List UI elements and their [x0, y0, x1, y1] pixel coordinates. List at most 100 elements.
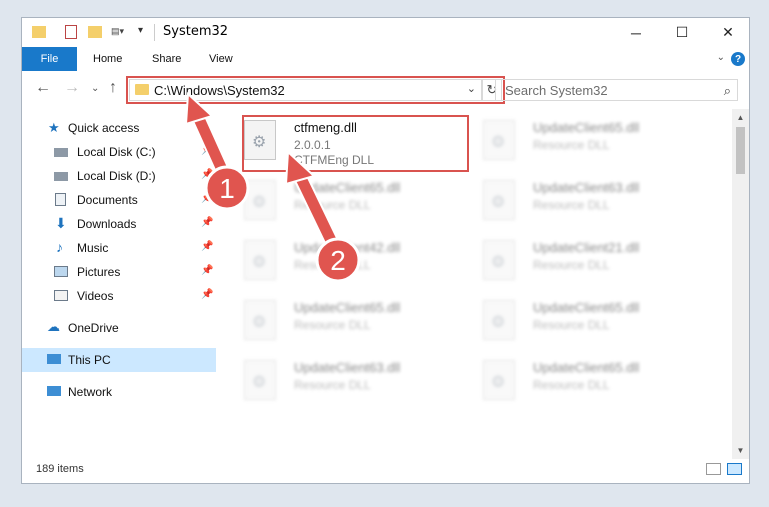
search-icon[interactable]: ⌕: [724, 83, 731, 99]
file-name: UpdateClient63.dll: [533, 180, 640, 195]
list-item[interactable]: ⚙ UpdateClient65.dll Resource DLL: [483, 296, 713, 354]
customize-toolbar-icon[interactable]: ▤▾: [111, 26, 133, 38]
up-arrow-icon[interactable]: ↑: [109, 79, 117, 97]
scroll-down-icon[interactable]: ▼: [732, 442, 749, 459]
gear-icon: ⚙: [252, 194, 267, 211]
pin-icon[interactable]: 📌: [201, 241, 213, 252]
pin-icon[interactable]: 📌: [201, 193, 213, 204]
sidebar-item-music[interactable]: ♪ Music 📌: [22, 236, 216, 260]
file-name: UpdateClient63.dll: [294, 360, 401, 375]
dll-file-icon: ⚙: [483, 300, 515, 340]
sidebar-item-downloads[interactable]: ⬇ Downloads 📌: [22, 212, 216, 236]
dll-file-icon: ⚙: [244, 240, 276, 280]
file-type: Resource DLL: [294, 378, 371, 392]
list-item[interactable]: ⚙ UpdateClient65.dll Resource DLL: [244, 176, 474, 234]
sidebar-item-local-disk-c[interactable]: Local Disk (C:) 📌: [22, 140, 216, 164]
new-folder-icon[interactable]: [88, 26, 102, 38]
tab-file[interactable]: File: [22, 47, 77, 71]
file-type: Resource DLL: [533, 378, 610, 392]
gear-icon: ⚙: [491, 254, 506, 271]
large-icons-view-icon[interactable]: [727, 463, 742, 475]
dll-file-icon: ⚙: [483, 240, 515, 280]
close-button[interactable]: ✕: [705, 18, 749, 47]
navigation-pane: ★ Quick access Local Disk (C:) 📌 Local D…: [22, 109, 217, 459]
navigation-bar: ← → ⌄ ↑ C:\Windows\System32 ⌄ ↻ Search S…: [22, 71, 749, 109]
documents-icon: [55, 193, 66, 206]
gear-icon: ⚙: [252, 374, 267, 391]
tab-view[interactable]: View: [209, 47, 233, 71]
file-name: UpdateClient65.dll: [533, 300, 640, 315]
toolbar-dropdown-icon[interactable]: ▾: [138, 25, 143, 41]
list-item[interactable]: ⚙ UpdateClient65.dll Resource DLL: [244, 296, 474, 354]
help-button[interactable]: ?: [731, 52, 745, 66]
sidebar-item-pictures[interactable]: Pictures 📌: [22, 260, 216, 284]
expand-ribbon-icon[interactable]: ⌄: [717, 52, 725, 63]
file-highlight-box: [242, 115, 469, 172]
gear-icon: ⚙: [491, 314, 506, 331]
pin-icon[interactable]: 📌: [201, 169, 213, 180]
sidebar-item-this-pc[interactable]: This PC: [22, 348, 216, 372]
music-icon: ♪: [56, 239, 63, 255]
scroll-up-icon[interactable]: ▲: [732, 109, 749, 126]
sidebar-item-label: Downloads: [77, 217, 137, 231]
pin-icon[interactable]: 📌: [201, 145, 213, 156]
tab-home[interactable]: Home: [93, 47, 122, 71]
gear-icon: ⚙: [252, 314, 267, 331]
file-type: Resource DLL: [294, 198, 371, 212]
sidebar-item-label: Local Disk (C:): [77, 145, 156, 159]
file-type: Resource DLL: [294, 258, 371, 272]
sidebar-item-label: Documents: [77, 193, 138, 207]
maximize-button[interactable]: ☐: [659, 18, 705, 47]
title-separator: [154, 24, 155, 41]
pin-icon[interactable]: 📌: [201, 265, 213, 276]
scrollbar-thumb[interactable]: [736, 127, 745, 174]
ribbon-tabs: File Home Share View ⌄ ?: [22, 47, 749, 72]
details-view-icon[interactable]: [706, 463, 721, 475]
search-input[interactable]: Search System32 ⌕: [495, 79, 738, 101]
sidebar-item-label: OneDrive: [68, 321, 119, 335]
file-name: UpdateClient65.dll: [533, 360, 640, 375]
sidebar-item-local-disk-d[interactable]: Local Disk (D:) 📌: [22, 164, 216, 188]
minimize-button[interactable]: ─: [613, 18, 659, 47]
dll-file-icon: ⚙: [483, 120, 515, 160]
gear-icon: ⚙: [491, 194, 506, 211]
list-item[interactable]: ⚙ UpdateClient65.dll Resource DLL: [483, 116, 713, 174]
sidebar-item-quick-access[interactable]: ★ Quick access: [22, 116, 216, 140]
file-type: Resource DLL: [533, 138, 610, 152]
list-item[interactable]: ⚙ UpdateClient63.dll Resource DLL: [483, 176, 713, 234]
sidebar-item-documents[interactable]: Documents 📌: [22, 188, 216, 212]
pin-icon[interactable]: 📌: [201, 217, 213, 228]
properties-icon[interactable]: [65, 25, 77, 39]
star-icon: ★: [48, 120, 60, 135]
back-arrow-icon[interactable]: ←: [35, 79, 51, 97]
vertical-scrollbar[interactable]: ▲ ▼: [732, 109, 749, 459]
sidebar-item-onedrive[interactable]: ☁ OneDrive: [22, 316, 216, 340]
sidebar-item-label: Pictures: [77, 265, 121, 279]
file-name: UpdateClient65.dll: [533, 120, 640, 135]
file-type: Resource DLL: [533, 198, 610, 212]
title-bar: ▤▾ ▾ System32 ─ ☐ ✕: [22, 18, 749, 47]
tab-share[interactable]: Share: [152, 47, 181, 71]
sidebar-item-label: Music: [77, 241, 109, 255]
list-item[interactable]: ⚙ UpdateClient65.dll Resource DLL: [483, 356, 713, 414]
list-item[interactable]: ⚙ UpdateClient21.dll Resource DLL: [483, 236, 713, 294]
network-icon: [47, 386, 61, 396]
dll-file-icon: ⚙: [483, 360, 515, 400]
forward-arrow-icon[interactable]: →: [64, 79, 80, 97]
sidebar-item-label: Local Disk (D:): [77, 169, 156, 183]
cloud-icon: ☁: [47, 319, 60, 334]
list-item[interactable]: ⚙ UpdateClient63.dll Resource DLL: [244, 356, 474, 414]
file-name: UpdateClient65.dll: [294, 300, 401, 315]
list-item[interactable]: ⚙ UpdateClient42.dll Resource DLL: [244, 236, 474, 294]
computer-icon: [47, 354, 61, 364]
sidebar-item-videos[interactable]: Videos 📌: [22, 284, 216, 308]
recent-locations-icon[interactable]: ⌄: [91, 83, 99, 94]
pin-icon[interactable]: 📌: [201, 289, 213, 300]
folder-icon: [32, 26, 46, 38]
file-type: Resource DLL: [294, 318, 371, 332]
sidebar-item-label: Quick access: [68, 121, 140, 135]
sidebar-item-network[interactable]: Network: [22, 380, 216, 404]
gear-icon: ⚙: [252, 254, 267, 271]
address-highlight-box: [126, 76, 505, 104]
drive-icon: [54, 148, 68, 157]
